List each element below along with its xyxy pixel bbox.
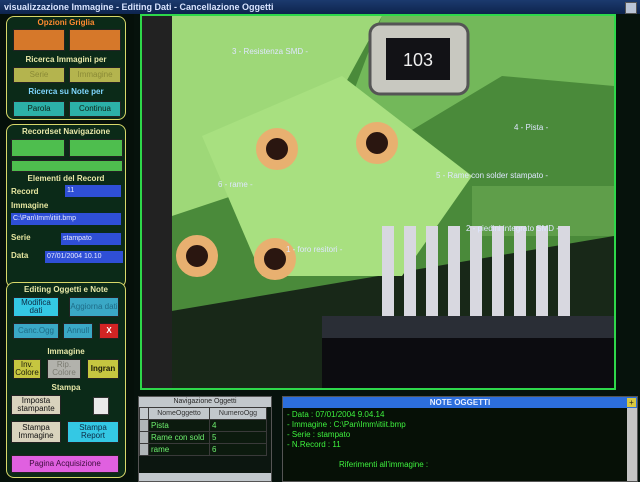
cell-numero[interactable]: 4 bbox=[209, 419, 267, 432]
search-parola-button[interactable]: Parola bbox=[13, 101, 65, 117]
editing-title: Editing Oggetti e Note bbox=[24, 285, 108, 294]
printer-icon[interactable] bbox=[93, 397, 109, 415]
window-titlebar: visualizzazione Immagine - Editing Dati … bbox=[0, 0, 640, 14]
note-line: Riferimenti all'immagine : bbox=[339, 460, 429, 469]
resistor-code: 103 bbox=[403, 50, 433, 70]
record-field[interactable]: 11 bbox=[65, 185, 121, 197]
grid-title: Navigazione Oggetti bbox=[139, 397, 271, 407]
opzioni-griglia-title: Opzioni Griglia bbox=[37, 18, 95, 27]
objects-table: NomeOggetto NumeroOgg Pista 4 Rame con s… bbox=[139, 407, 267, 456]
ricerca-immagini-title: Ricerca Immagini per bbox=[25, 55, 107, 64]
row-selector-header bbox=[139, 407, 149, 420]
panel-editing: Editing Oggetti e Note Modifica dati Agg… bbox=[6, 282, 126, 478]
image-label-4: 4 - Pista - bbox=[514, 123, 549, 132]
recordset-title: Recordset Navigazione bbox=[21, 127, 111, 136]
note-oggetti-panel[interactable]: NOTE OGGETTI + - Data : 07/01/2004 9.04.… bbox=[282, 396, 638, 482]
invert-color-button[interactable]: Inv. Colore bbox=[13, 359, 41, 379]
serie-label: Serie bbox=[11, 233, 31, 242]
aggiorna-dati-button[interactable]: Aggiorna dati bbox=[69, 297, 119, 317]
record-label: Record bbox=[11, 187, 39, 196]
elementi-record-title: Elementi del Record bbox=[7, 174, 125, 183]
table-row[interactable]: rame 6 bbox=[139, 443, 267, 456]
row-selector[interactable] bbox=[139, 419, 149, 432]
pcb-image: 103 bbox=[142, 16, 614, 388]
col-header-numero[interactable]: NumeroOgg bbox=[209, 407, 267, 420]
stampa-immagine-button[interactable]: Stampa Immagine bbox=[11, 421, 61, 443]
notes-scrollbar[interactable] bbox=[627, 408, 637, 481]
row-selector[interactable] bbox=[139, 431, 149, 444]
image-label-1: 1 - foro resitori - bbox=[286, 245, 343, 254]
notes-text[interactable]: - Data : 07/01/2004 9.04.14 - Immagine :… bbox=[287, 410, 617, 470]
notes-add-icon[interactable]: + bbox=[627, 398, 636, 407]
imposta-stampante-button[interactable]: Imposta stampante bbox=[11, 395, 61, 415]
image-label-5: 5 - Rame con solder stampato - bbox=[436, 171, 549, 180]
row-selector[interactable] bbox=[139, 443, 149, 456]
serie-field[interactable]: stampato bbox=[61, 233, 121, 245]
col-header-nome[interactable]: NomeOggetto bbox=[148, 407, 210, 420]
cell-numero[interactable]: 5 bbox=[209, 431, 267, 444]
search-serie-button[interactable]: Serie bbox=[13, 67, 65, 83]
note-line: - Data : 07/01/2004 9.04.14 bbox=[287, 410, 385, 419]
grid-option-button-1[interactable] bbox=[13, 29, 65, 51]
data-label: Data bbox=[11, 251, 29, 260]
table-row[interactable]: Pista 4 bbox=[139, 419, 267, 432]
image-label-2: 2 - piedini integrato SMD - bbox=[466, 224, 559, 233]
restore-color-button[interactable]: Rip. Colore bbox=[47, 359, 81, 379]
annull-button[interactable]: Annull bbox=[63, 323, 93, 339]
cell-nome[interactable]: Pista bbox=[148, 419, 210, 432]
close-window-icon[interactable] bbox=[625, 2, 637, 14]
record-last-button[interactable] bbox=[11, 160, 123, 172]
pagina-acquisizione-button[interactable]: Pagina Acquisizione bbox=[11, 455, 119, 473]
image-label-6: 6 - rame - bbox=[218, 180, 253, 189]
record-next-button[interactable] bbox=[69, 139, 123, 157]
panel-opzioni-griglia: Opzioni Griglia Ricerca Immagini per Ser… bbox=[6, 16, 126, 120]
window-title: visualizzazione Immagine - Editing Dati … bbox=[4, 2, 274, 12]
canc-ogg-button[interactable]: Canc.Ogg bbox=[13, 323, 59, 339]
note-line: - Serie : stampato bbox=[287, 430, 351, 439]
immagine-label: Immagine bbox=[11, 201, 49, 210]
ricerca-note-title: Ricerca su Note per bbox=[28, 87, 104, 96]
note-line: - Immagine : C:\Pan\Imm\itiit.bmp bbox=[287, 420, 406, 429]
panel-recordset: Recordset Navigazione Elementi del Recor… bbox=[6, 124, 126, 288]
image-label-3: 3 - Resistenza SMD - bbox=[232, 47, 309, 56]
stampa-report-button[interactable]: Stampa Report bbox=[67, 421, 119, 443]
grid-option-button-2[interactable] bbox=[69, 29, 121, 51]
search-immagine-button[interactable]: Immagine bbox=[69, 67, 121, 83]
data-field[interactable]: 07/01/2004 10.10 bbox=[45, 251, 123, 263]
navigazione-oggetti-grid[interactable]: Navigazione Oggetti NomeOggetto NumeroOg… bbox=[138, 396, 272, 482]
notes-title: NOTE OGGETTI bbox=[283, 397, 637, 408]
table-row[interactable]: Rame con sold 5 bbox=[139, 431, 267, 444]
note-line: - N.Record : 11 bbox=[287, 440, 341, 449]
cell-nome[interactable]: Rame con sold bbox=[148, 431, 210, 444]
immagine-section-title: Immagine bbox=[47, 347, 85, 356]
immagine-field[interactable]: C:\Pan\Imm\itiit.bmp bbox=[11, 213, 121, 225]
search-continua-button[interactable]: Continua bbox=[69, 101, 121, 117]
cell-numero[interactable]: 6 bbox=[209, 443, 267, 456]
enlarge-button[interactable]: Ingran bbox=[87, 359, 119, 379]
modifica-dati-button[interactable]: Modifica dati bbox=[13, 297, 59, 317]
record-prev-button[interactable] bbox=[11, 139, 65, 157]
close-icon[interactable]: X bbox=[99, 323, 119, 339]
pcb-image-viewer[interactable]: 103 3 - Resistenza SMD - 4 - Pista - 6 -… bbox=[140, 14, 616, 390]
note-line bbox=[287, 450, 617, 460]
left-control-panel: Opzioni Griglia Ricerca Immagini per Ser… bbox=[0, 14, 134, 480]
stampa-section-title: Stampa bbox=[51, 383, 81, 392]
cell-nome[interactable]: rame bbox=[148, 443, 210, 456]
